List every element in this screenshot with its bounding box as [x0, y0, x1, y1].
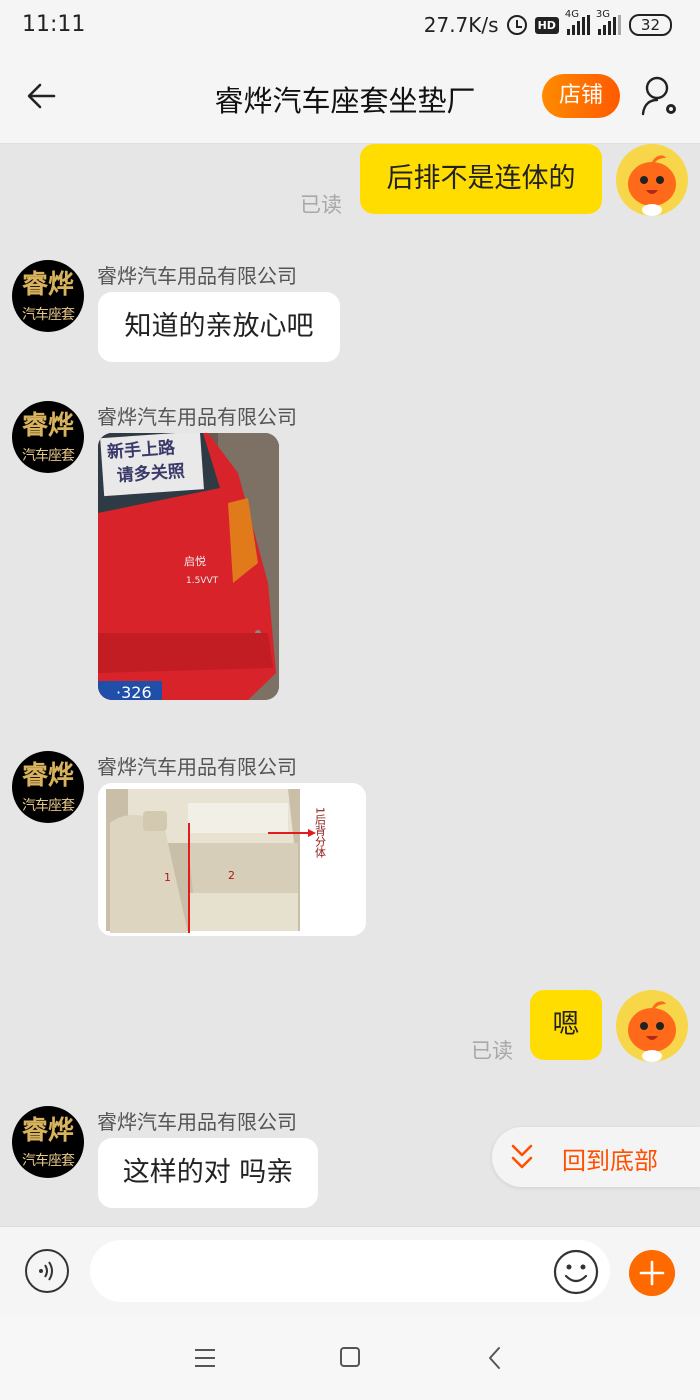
- message-input[interactable]: [90, 1240, 610, 1302]
- signal-4g-icon: 4G: [565, 9, 590, 35]
- hd-icon: HD: [534, 16, 559, 34]
- back-arrow-icon[interactable]: [24, 78, 60, 114]
- rear-seat-photo: 1 2 1后背分体: [98, 783, 366, 936]
- back-icon[interactable]: [487, 1346, 501, 1370]
- car-photo: 新手上路 请多关照 启悦 1.5VVT ·326: [98, 433, 279, 700]
- read-status: 已读: [300, 193, 342, 217]
- sender-name: 睿烨汽车用品有限公司: [97, 1110, 297, 1134]
- sender-name: 睿烨汽车用品有限公司: [97, 755, 297, 779]
- mascot-avatar-icon: [628, 155, 676, 216]
- status-bar: 11:11 27.7K/s HD 4G 3G 32: [0, 0, 700, 50]
- sender-name: 睿烨汽车用品有限公司: [97, 405, 297, 429]
- page-title: 睿烨汽车座套坐垫厂: [214, 84, 476, 118]
- back-to-bottom-button[interactable]: 回到底部: [492, 1127, 700, 1187]
- mascot-avatar-icon: [628, 1001, 676, 1062]
- svg-text:2: 2: [228, 869, 235, 882]
- plus-icon[interactable]: [629, 1250, 675, 1296]
- read-status: 已读: [471, 1039, 513, 1063]
- image-message-seat[interactable]: 1 2 1后背分体: [98, 783, 366, 936]
- shop-avatar[interactable]: 睿烨 汽车座套: [12, 260, 84, 332]
- voice-icon: [39, 1261, 53, 1281]
- shop-avatar[interactable]: 睿烨 汽车座套: [12, 751, 84, 823]
- svg-text:·326: ·326: [116, 683, 152, 700]
- chat-message-list[interactable]: 已读 后排不是连体的 睿烨 汽车座套 睿烨汽车用品有限公司 知道的亲放心吧 睿烨…: [0, 144, 700, 1226]
- svg-text:1: 1: [164, 871, 171, 884]
- chat-header: 睿烨汽车座套坐垫厂 店铺: [0, 50, 700, 144]
- home-icon[interactable]: [340, 1347, 360, 1367]
- svg-text:1后背分体: 1后背分体: [314, 807, 327, 858]
- emoji-icon[interactable]: [553, 1249, 599, 1295]
- shop-avatar[interactable]: 睿烨 汽车座套: [12, 1106, 84, 1178]
- image-message-car[interactable]: 新手上路 请多关照 启悦 1.5VVT ·326: [98, 433, 279, 700]
- battery-indicator: 32: [628, 14, 672, 36]
- message-bubble[interactable]: 后排不是连体的: [360, 144, 602, 214]
- message-bubble[interactable]: 这样的对 吗亲: [98, 1138, 318, 1208]
- svg-text:1.5VVT: 1.5VVT: [186, 576, 219, 586]
- user-settings-icon[interactable]: [640, 74, 680, 118]
- double-chevron-down-icon: [511, 1144, 533, 1169]
- message-bubble[interactable]: 知道的亲放心吧: [98, 292, 340, 362]
- sender-name: 睿烨汽车用品有限公司: [97, 264, 297, 288]
- status-time: 11:11: [22, 12, 86, 37]
- message-input-bar: [0, 1226, 700, 1317]
- signal-3g-icon: 3G: [596, 9, 621, 35]
- message-bubble[interactable]: 嗯: [530, 990, 602, 1060]
- back-to-bottom-label: 回到底部: [562, 1147, 658, 1175]
- store-button[interactable]: 店铺: [542, 74, 620, 118]
- my-avatar[interactable]: [616, 144, 688, 216]
- menu-icon[interactable]: [194, 1348, 216, 1368]
- system-nav-bar: [0, 1316, 700, 1400]
- my-avatar[interactable]: [616, 990, 688, 1062]
- shop-avatar[interactable]: 睿烨 汽车座套: [12, 401, 84, 473]
- svg-text:启悦: 启悦: [184, 554, 206, 568]
- alarm-icon: [506, 15, 527, 35]
- network-speed: 27.7K/s: [423, 13, 499, 37]
- voice-input-button[interactable]: [25, 1249, 69, 1293]
